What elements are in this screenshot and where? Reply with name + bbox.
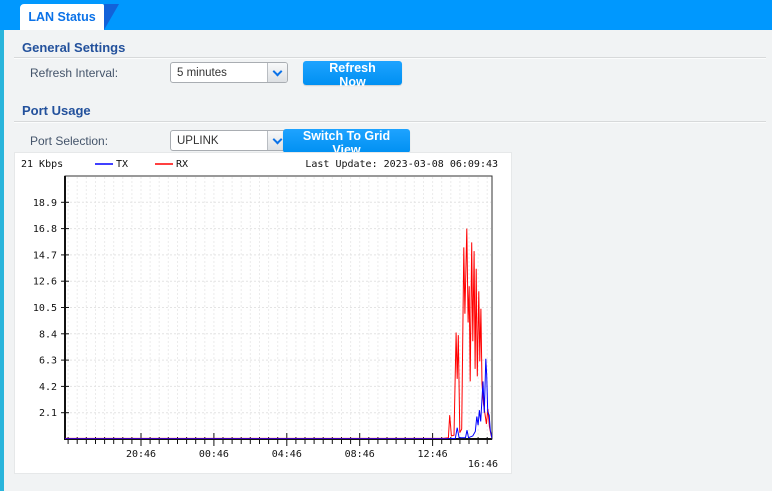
chevron-down-icon[interactable] bbox=[267, 63, 287, 82]
general-settings-divider bbox=[14, 57, 766, 59]
svg-text:14.7: 14.7 bbox=[33, 250, 57, 261]
svg-text:21 Kbps: 21 Kbps bbox=[21, 159, 63, 170]
port-usage-traffic-chart: 2.1 4.2 6.3 8.4 10.5 12.6 14.7 16.8 18.9 20:46 00:… bbox=[14, 152, 512, 474]
port-usage-divider bbox=[14, 121, 766, 123]
svg-text:2.1: 2.1 bbox=[39, 408, 57, 419]
tab-label: LAN Status bbox=[28, 10, 95, 24]
port-selection-value: UPLINK bbox=[171, 131, 267, 150]
tab-fold-decoration bbox=[104, 4, 119, 30]
svg-text:12.6: 12.6 bbox=[33, 277, 57, 288]
traffic-chart-svg: 2.1 4.2 6.3 8.4 10.5 12.6 14.7 16.8 18.9 20:46 00:… bbox=[15, 153, 511, 478]
svg-text:TX: TX bbox=[116, 159, 128, 170]
content-area: General Settings Refresh Interval: 5 min… bbox=[0, 0, 772, 491]
svg-text:00:46: 00:46 bbox=[199, 449, 229, 460]
refresh-now-button[interactable]: Refresh Now bbox=[303, 61, 402, 85]
svg-text:08:46: 08:46 bbox=[345, 449, 375, 460]
top-tab-bar: LAN Status bbox=[0, 0, 772, 30]
svg-text:16:46: 16:46 bbox=[468, 459, 498, 470]
refresh-interval-label: Refresh Interval: bbox=[30, 66, 118, 80]
refresh-interval-value: 5 minutes bbox=[171, 63, 267, 82]
svg-text:04:46: 04:46 bbox=[272, 449, 302, 460]
general-settings-heading: General Settings bbox=[22, 40, 125, 55]
svg-text:12:46: 12:46 bbox=[418, 449, 448, 460]
svg-text:8.4: 8.4 bbox=[39, 329, 57, 340]
svg-text:Last Update: 2023-03-08 06:09:: Last Update: 2023-03-08 06:09:43 bbox=[305, 159, 498, 170]
port-selection-select[interactable]: UPLINK bbox=[170, 130, 288, 151]
svg-text:18.9: 18.9 bbox=[33, 198, 57, 209]
refresh-interval-select[interactable]: 5 minutes bbox=[170, 62, 288, 83]
tab-lan-status[interactable]: LAN Status bbox=[20, 4, 104, 30]
lan-status-screen: LAN Status General Settings Refresh Inte… bbox=[0, 0, 772, 491]
svg-text:6.3: 6.3 bbox=[39, 356, 57, 367]
svg-text:4.2: 4.2 bbox=[39, 382, 57, 393]
switch-to-grid-view-button[interactable]: Switch To Grid View bbox=[283, 129, 410, 153]
port-usage-heading: Port Usage bbox=[22, 103, 91, 118]
svg-text:RX: RX bbox=[176, 159, 188, 170]
svg-text:10.5: 10.5 bbox=[33, 303, 57, 314]
port-selection-label: Port Selection: bbox=[30, 134, 108, 148]
svg-text:20:46: 20:46 bbox=[126, 449, 156, 460]
svg-text:16.8: 16.8 bbox=[33, 224, 57, 235]
